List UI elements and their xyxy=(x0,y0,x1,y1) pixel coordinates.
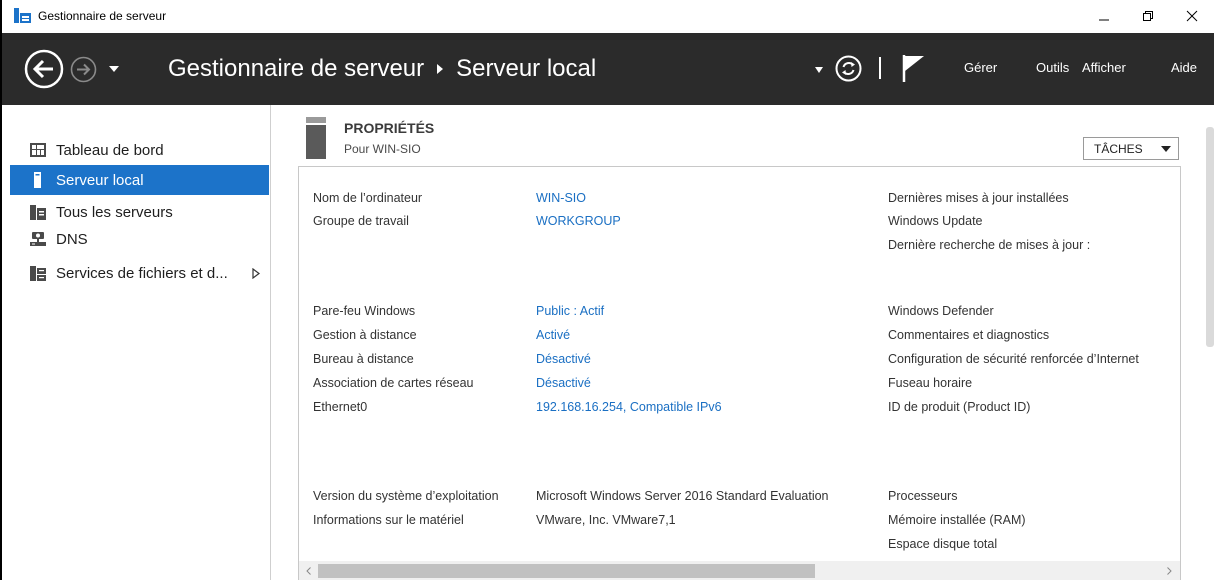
sidebar-item-label: Tableau de bord xyxy=(56,141,164,159)
window-title: Gestionnaire de serveur xyxy=(38,9,167,23)
sidebar-item-local-server[interactable]: Serveur local xyxy=(10,165,269,195)
header-separator xyxy=(879,57,881,79)
server-manager-window: Gestionnaire de serveur Gestionnaire de … xyxy=(0,0,1214,580)
property-label: Mémoire installée (RAM) xyxy=(888,513,1026,527)
property-value-link[interactable]: Désactivé xyxy=(536,352,591,366)
breadcrumb-root[interactable]: Gestionnaire de serveur xyxy=(168,55,424,83)
property-value-link[interactable]: WIN-SIO xyxy=(536,191,586,205)
scroll-right-icon[interactable] xyxy=(1165,567,1173,575)
property-label: Dernières mises à jour installées xyxy=(888,191,1069,205)
history-dropdown-icon[interactable] xyxy=(107,64,121,74)
property-label: Configuration de sécurité renforcée d’In… xyxy=(888,352,1139,366)
dashboard-icon xyxy=(30,143,46,157)
breadcrumb-current: Serveur local xyxy=(456,55,597,82)
property-value-link[interactable]: Public : Actif xyxy=(536,304,604,318)
minimize-icon xyxy=(1099,19,1109,21)
vertical-scrollbar[interactable] xyxy=(1206,127,1214,347)
property-label: Windows Defender xyxy=(888,304,994,318)
property-label: Processeurs xyxy=(888,489,958,503)
breadcrumb-separator-icon xyxy=(437,64,444,74)
section-subtitle: Pour WIN-SIO xyxy=(344,142,421,156)
sidebar-item-label: DNS xyxy=(56,230,88,248)
sidebar-item-dashboard[interactable]: Tableau de bord xyxy=(10,135,269,165)
property-label: Espace disque total xyxy=(888,537,998,551)
sidebar-item-dns[interactable]: DNS xyxy=(10,224,269,254)
breadcrumb: Gestionnaire de serveur Serveur local xyxy=(168,53,596,85)
tasks-button[interactable]: TÂCHES xyxy=(1083,137,1179,160)
server-manager-app-icon xyxy=(14,8,31,23)
property-value-link[interactable]: Activé xyxy=(536,328,570,342)
scroll-left-icon[interactable] xyxy=(305,567,313,575)
minimize-button[interactable] xyxy=(1082,2,1126,30)
local-server-icon xyxy=(34,172,41,188)
property-value-link[interactable]: WORKGROUP xyxy=(536,214,621,228)
property-label: Windows Update xyxy=(888,214,983,228)
chevron-down-icon xyxy=(1161,146,1171,152)
property-label: Groupe de travail xyxy=(313,214,409,228)
all-servers-icon xyxy=(30,205,46,220)
restore-icon xyxy=(1143,11,1153,21)
restore-button[interactable] xyxy=(1126,2,1170,30)
properties-panel: Nom de l’ordinateur WIN-SIO Groupe de tr… xyxy=(298,166,1181,580)
property-label: Association de cartes réseau xyxy=(313,376,474,390)
property-value-link[interactable]: Désactivé xyxy=(536,376,591,390)
notifications-flag-icon[interactable] xyxy=(900,53,926,83)
tasks-label: TÂCHES xyxy=(1094,141,1143,156)
sidebar-item-label: Serveur local xyxy=(56,171,144,189)
property-label: Informations sur le matériel xyxy=(313,513,464,527)
header-bar: Gestionnaire de serveur Serveur local Gé… xyxy=(0,33,1214,105)
scrollbar-thumb[interactable] xyxy=(318,564,815,578)
sidebar-item-file-services[interactable]: Services de fichiers et d... xyxy=(10,258,269,288)
sidebar-item-label: Services de fichiers et d... xyxy=(56,264,228,282)
property-value: VMware, Inc. VMware7,1 xyxy=(536,513,676,527)
close-button[interactable] xyxy=(1170,2,1214,30)
file-services-icon xyxy=(30,266,46,281)
property-value: Microsoft Windows Server 2016 Standard E… xyxy=(536,489,829,503)
property-label: Version du système d’exploitation xyxy=(313,489,499,503)
forward-arrow-icon[interactable] xyxy=(70,56,97,83)
menu-view[interactable]: Afficher xyxy=(1082,60,1126,75)
horizontal-scrollbar[interactable] xyxy=(299,561,1180,580)
back-arrow-icon[interactable] xyxy=(24,49,64,89)
property-label: Nom de l’ordinateur xyxy=(313,191,423,205)
property-label: Dernière recherche de mises à jour : xyxy=(888,238,1091,252)
server-properties-icon xyxy=(306,117,326,159)
close-icon xyxy=(1186,10,1198,22)
refresh-icon[interactable] xyxy=(835,55,862,82)
menu-manage[interactable]: Gérer xyxy=(964,60,997,75)
menu-help[interactable]: Aide xyxy=(1171,60,1197,75)
sidebar-item-label: Tous les serveurs xyxy=(56,203,173,221)
sidebar-item-all-servers[interactable]: Tous les serveurs xyxy=(10,197,269,227)
title-bar: Gestionnaire de serveur xyxy=(0,0,1214,33)
property-value-link[interactable]: 192.168.16.254, Compatible IPv6 xyxy=(536,400,722,414)
expand-arrow-icon[interactable] xyxy=(252,268,260,279)
property-label: Pare-feu Windows xyxy=(313,304,416,318)
dns-icon xyxy=(30,232,46,246)
property-label: Bureau à distance xyxy=(313,352,414,366)
property-label: Gestion à distance xyxy=(313,328,417,342)
section-title: PROPRIÉTÉS xyxy=(344,120,435,136)
breadcrumb-dropdown-icon[interactable] xyxy=(814,66,824,74)
menu-tools[interactable]: Outils xyxy=(1036,60,1069,75)
sidebar: Tableau de bord Serveur local Tous les s… xyxy=(0,105,271,580)
main-content: PROPRIÉTÉS Pour WIN-SIO TÂCHES Nom de l’… xyxy=(272,105,1214,580)
property-label: ID de produit (Product ID) xyxy=(888,400,1031,414)
property-label: Commentaires et diagnostics xyxy=(888,328,1050,342)
property-label: Ethernet0 xyxy=(313,400,368,414)
property-label: Fuseau horaire xyxy=(888,376,973,390)
